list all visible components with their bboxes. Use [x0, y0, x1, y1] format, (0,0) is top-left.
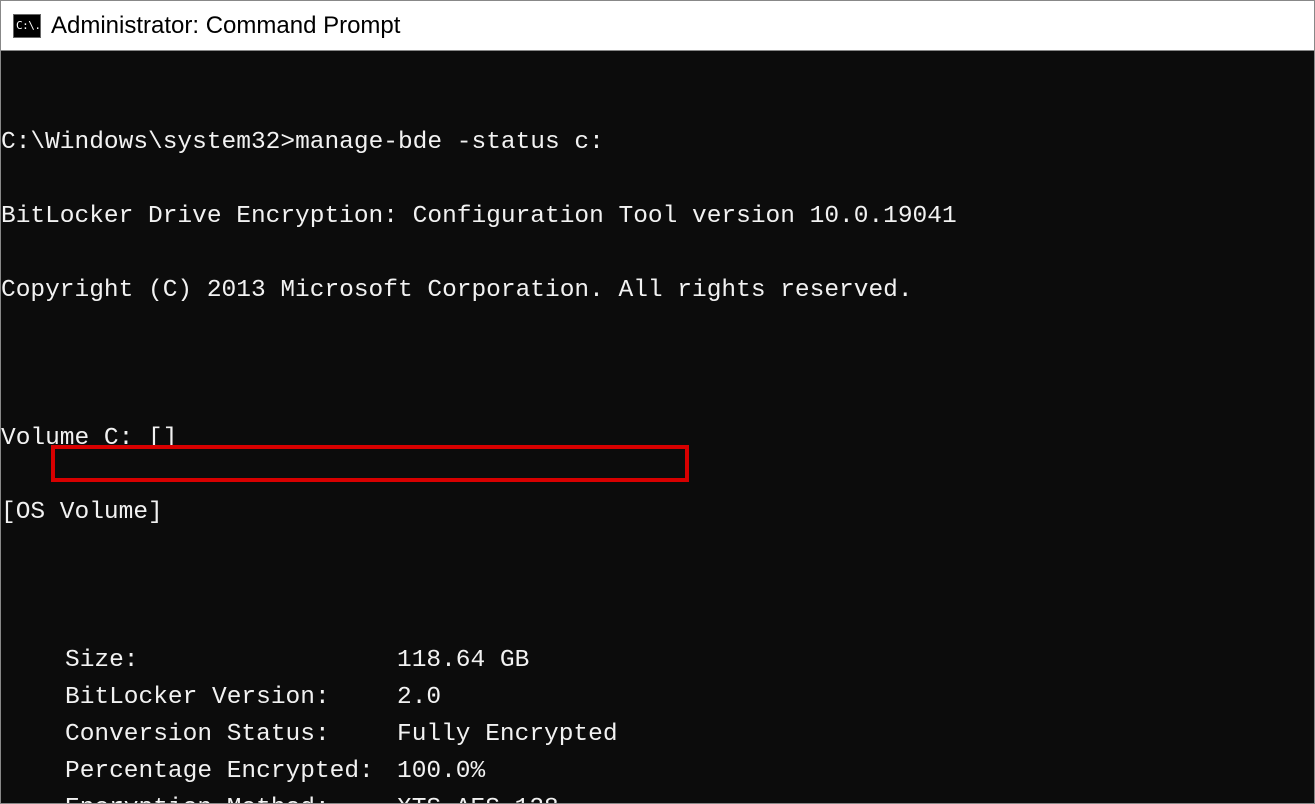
property-value: XTS-AES 128: [397, 790, 559, 803]
property-row: Size:118.64 GB: [1, 642, 1314, 679]
cmd-icon: C:\.: [13, 14, 41, 38]
property-value: 2.0: [397, 679, 441, 716]
property-label: BitLocker Version:: [65, 679, 397, 716]
property-row: Conversion Status:Fully Encrypted: [1, 716, 1314, 753]
property-label: Conversion Status:: [65, 716, 397, 753]
blank-line: [1, 346, 1314, 383]
copyright-line: Copyright (C) 2013 Microsoft Corporation…: [1, 272, 1314, 309]
property-value: 100.0%: [397, 753, 485, 790]
property-label: Percentage Encrypted:: [65, 753, 397, 790]
terminal-output[interactable]: C:\Windows\system32>manage-bde -status c…: [1, 51, 1314, 803]
property-label: Size:: [65, 642, 397, 679]
property-row: BitLocker Version:2.0: [1, 679, 1314, 716]
property-value: 118.64 GB: [397, 642, 529, 679]
window-title: Administrator: Command Prompt: [51, 12, 400, 40]
tool-version-line: BitLocker Drive Encryption: Configuratio…: [1, 198, 1314, 235]
prompt: C:\Windows\system32>: [1, 129, 295, 156]
volume-header: Volume C: []: [1, 420, 1314, 457]
property-row: Encryption Method:XTS-AES 128: [1, 790, 1314, 803]
property-row: Percentage Encrypted:100.0%: [1, 753, 1314, 790]
title-bar[interactable]: C:\. Administrator: Command Prompt: [1, 1, 1314, 51]
volume-type: [OS Volume]: [1, 494, 1314, 531]
property-value: Fully Encrypted: [397, 716, 618, 753]
property-label: Encryption Method:: [65, 790, 397, 803]
blank-line: [1, 568, 1314, 605]
command: manage-bde -status c:: [295, 129, 604, 156]
